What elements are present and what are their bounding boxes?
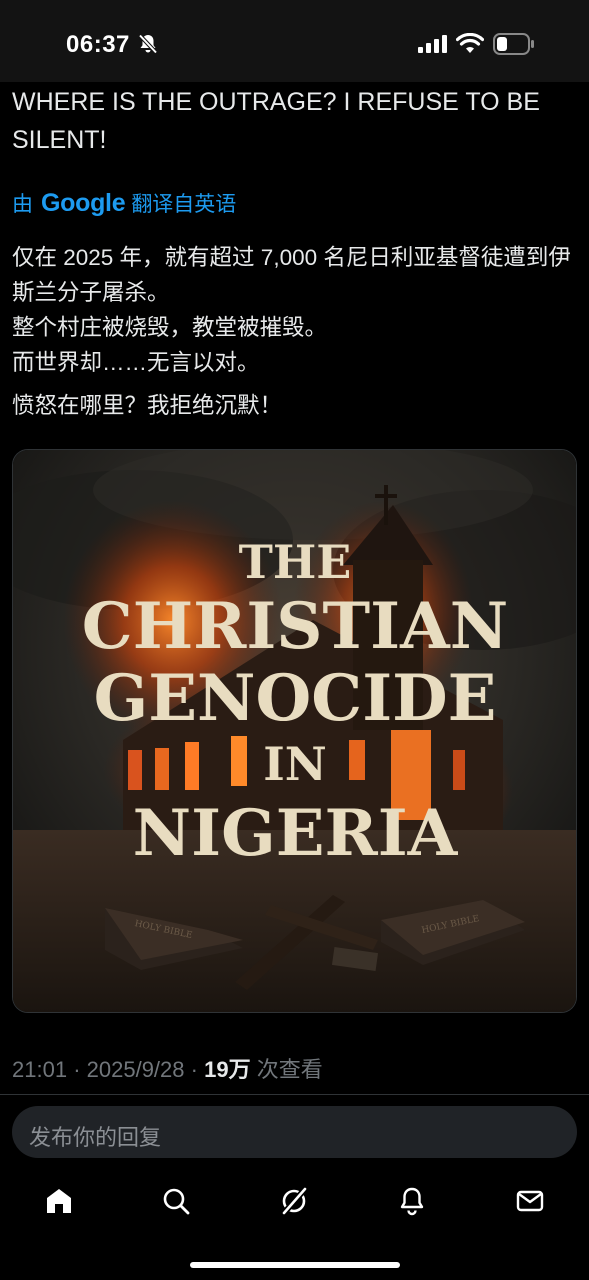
translated-line: 仅在 2025 年，就有超过 7,000 名尼日利亚基督徒遭到伊斯兰分子屠杀。 (12, 245, 571, 305)
image-title-line: GENOCIDE (94, 661, 497, 736)
home-icon[interactable] (44, 1186, 74, 1216)
image-title-line: IN (263, 737, 327, 791)
messages-icon[interactable] (515, 1186, 545, 1216)
post-content: WHERE IS THE OUTRAGE? I REFUSE TO BE SIL… (12, 82, 578, 159)
post-image[interactable]: THE CHRISTIAN GENOCIDE IN NIGERIA HOLY B… (12, 449, 577, 1013)
translate-prefix: 由 (12, 193, 33, 216)
translated-line: 整个村庄被烧毁，教堂被摧毁。 (12, 315, 328, 340)
status-time: 06:37 (66, 31, 130, 58)
image-title-line: CHRISTIAN (82, 589, 508, 664)
post-original-text: WHERE IS THE OUTRAGE? I REFUSE TO BE SIL… (12, 88, 540, 154)
translated-line: 愤怒在哪里？我拒绝沉默！ (12, 393, 283, 418)
meta-separator: · (190, 1057, 198, 1082)
cellular-signal-icon (418, 35, 447, 53)
image-title-line: NIGERIA (133, 796, 459, 871)
translate-suffix: 翻译自英语 (131, 193, 237, 216)
view-count-label: 次查看 (256, 1057, 323, 1082)
grok-icon[interactable] (279, 1186, 309, 1216)
meta-separator: · (73, 1057, 81, 1082)
translation-attribution[interactable]: 由 Google 翻译自英语 (12, 188, 236, 218)
status-bar: 06:37 (0, 0, 589, 82)
translated-line: 而世界却……无言以对。 (12, 350, 260, 375)
view-count: 19万 (204, 1057, 251, 1082)
notifications-icon[interactable] (397, 1186, 427, 1216)
search-icon[interactable] (161, 1186, 191, 1216)
post-translated-text: 仅在 2025 年，就有超过 7,000 名尼日利亚基督徒遭到伊斯兰分子屠杀。 … (12, 240, 582, 380)
wifi-icon (456, 33, 484, 53)
home-indicator[interactable] (190, 1262, 400, 1268)
battery-icon (493, 33, 534, 55)
divider (0, 1094, 589, 1095)
reply-input[interactable]: 发布你的回复 (12, 1106, 577, 1158)
post-meta: 21:01 · 2025/9/28 · 19万 次查看 (12, 1052, 323, 1084)
post-date: 2025/9/28 (86, 1057, 185, 1082)
post-time: 21:01 (12, 1057, 68, 1082)
image-title-line: THE (239, 535, 352, 589)
google-brand: Google (41, 188, 126, 217)
bell-muted-icon (138, 34, 158, 54)
reply-placeholder: 发布你的回复 (29, 1125, 162, 1150)
